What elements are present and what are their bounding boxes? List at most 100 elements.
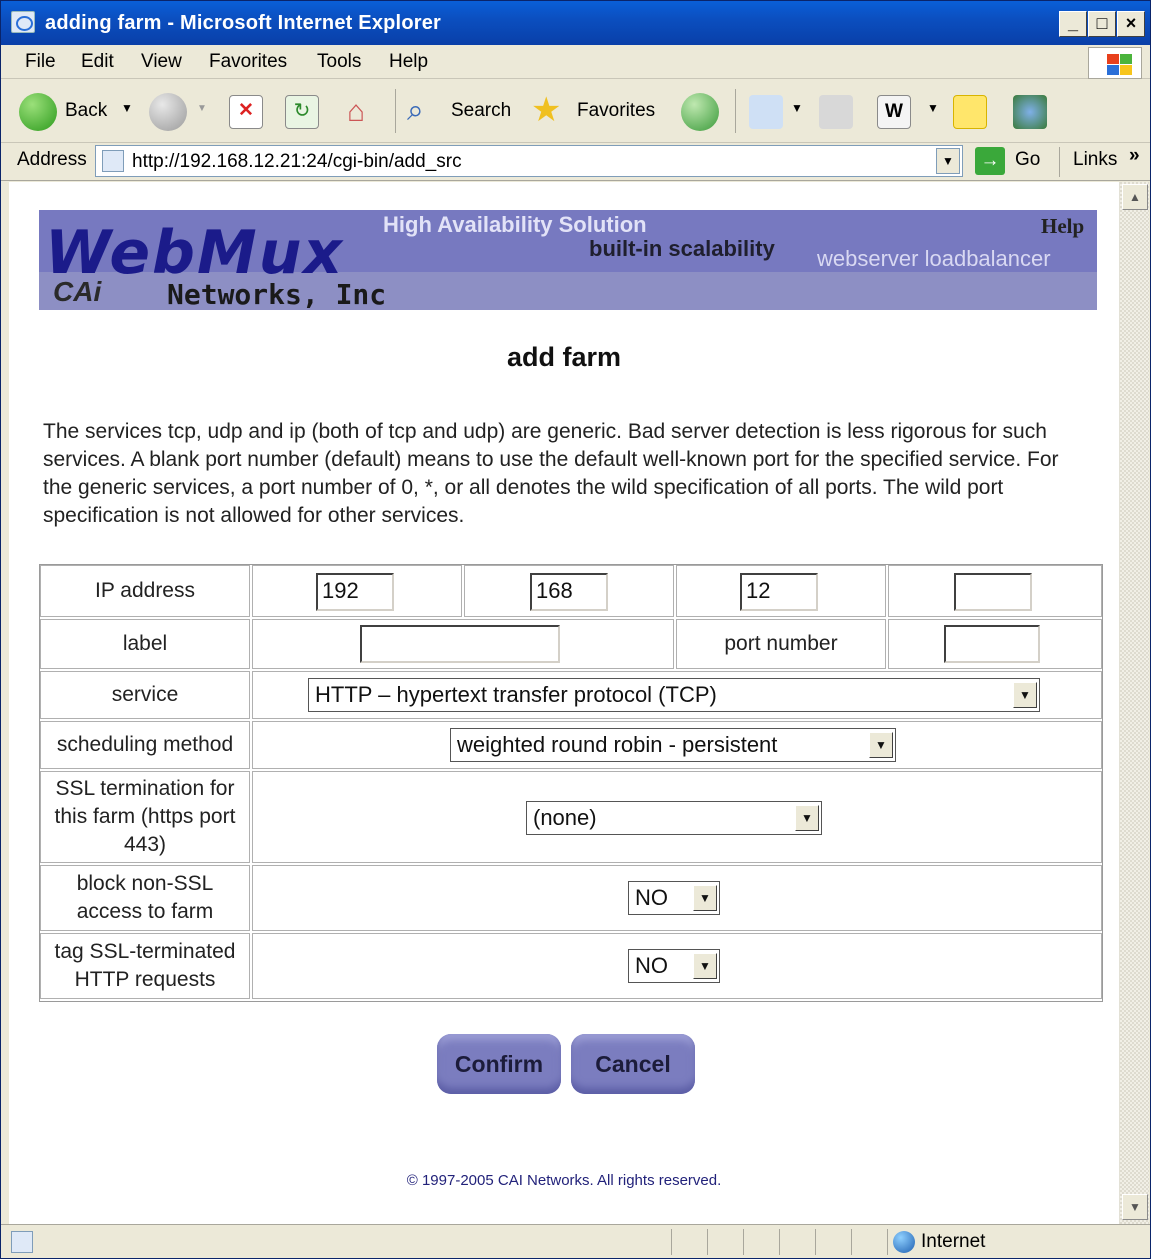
favorites-star-icon[interactable]: ★ — [531, 91, 561, 129]
forward-dropdown-icon[interactable]: ▼ — [197, 103, 207, 114]
label-input[interactable] — [360, 625, 560, 663]
status-separator — [887, 1229, 888, 1255]
print-icon[interactable] — [819, 95, 853, 129]
scroll-down-icon[interactable]: ▼ — [1122, 1194, 1148, 1220]
toolbar: Back ▼ ▼ ✕ ↻ ⌂ ⌕ Search ★ Favorites ▼ W … — [1, 79, 1150, 143]
farm-form: IP address 192 168 12 label port number … — [39, 564, 1103, 1002]
toolbar-separator — [735, 89, 736, 133]
back-dropdown-icon[interactable]: ▼ — [121, 101, 133, 115]
status-pane — [851, 1229, 887, 1255]
cancel-button[interactable]: Cancel — [571, 1034, 695, 1094]
chevron-down-icon[interactable]: ▼ — [1013, 682, 1037, 708]
chevron-down-icon[interactable]: ▼ — [693, 953, 717, 979]
go-button-label[interactable]: Go — [1015, 149, 1040, 171]
maximize-button[interactable]: □ — [1088, 11, 1116, 37]
webmux-banner: WebMux High Availability Solution built-… — [39, 210, 1097, 311]
home-icon[interactable]: ⌂ — [339, 95, 373, 129]
toolbar-separator — [395, 89, 396, 133]
status-pane — [743, 1229, 779, 1255]
tag-select-value: NO — [635, 953, 668, 978]
copyright-text: © 1997-2005 CAI Networks. All rights res… — [406, 1172, 722, 1189]
menu-file[interactable]: File — [25, 51, 56, 73]
status-pane — [707, 1229, 743, 1255]
page-title: add farm — [506, 342, 622, 372]
status-pane — [815, 1229, 851, 1255]
back-button-label[interactable]: Back — [65, 100, 107, 122]
banner-tagline-1: High Availability Solution — [383, 212, 647, 237]
browser-window: adding farm - Microsoft Internet Explore… — [0, 0, 1151, 1259]
ip-address-label: IP address — [40, 565, 250, 617]
ie-page-icon — [11, 11, 35, 33]
address-url: http://192.168.12.21:24/cgi-bin/add_src — [132, 151, 462, 172]
title-bar: adding farm - Microsoft Internet Explore… — [1, 1, 1150, 45]
menu-help[interactable]: Help — [389, 51, 428, 73]
mail-icon[interactable] — [749, 95, 783, 129]
service-select-value: HTTP – hypertext transfer protocol (TCP) — [315, 682, 717, 707]
help-link[interactable]: Help — [1041, 214, 1084, 239]
port-number-input[interactable] — [944, 625, 1040, 663]
tag-ssl-select[interactable]: NO ▼ — [628, 949, 720, 983]
window-title: adding farm - Microsoft Internet Explore… — [45, 12, 442, 34]
address-label: Address — [17, 149, 87, 170]
vertical-scrollbar[interactable]: ▲ ▼ — [1119, 182, 1149, 1224]
forward-arrow-icon[interactable] — [149, 93, 187, 131]
address-input[interactable]: http://192.168.12.21:24/cgi-bin/add_src … — [95, 145, 963, 177]
address-bar: Address http://192.168.12.21:24/cgi-bin/… — [1, 143, 1150, 181]
status-pane — [779, 1229, 815, 1255]
service-select[interactable]: HTTP – hypertext transfer protocol (TCP)… — [308, 678, 1040, 712]
stop-icon[interactable]: ✕ — [229, 95, 263, 129]
menu-favorites[interactable]: Favorites — [209, 51, 287, 73]
cai-logo: CAi — [53, 276, 102, 307]
ssl-select-value: (none) — [533, 805, 597, 830]
confirm-button[interactable]: Confirm — [437, 1034, 561, 1094]
scheduling-method-select[interactable]: weighted round robin - persistent ▼ — [450, 728, 896, 762]
service-label: service — [40, 671, 250, 719]
edit-icon[interactable]: W — [877, 95, 911, 129]
go-arrow-icon[interactable]: → — [975, 147, 1005, 175]
discuss-icon[interactable] — [953, 95, 987, 129]
mail-dropdown-icon[interactable]: ▼ — [791, 101, 803, 115]
scroll-up-icon[interactable]: ▲ — [1122, 184, 1148, 210]
menu-view[interactable]: View — [141, 51, 182, 73]
windows-logo-icon — [1088, 47, 1142, 79]
menu-tools[interactable]: Tools — [317, 51, 361, 73]
search-icon[interactable]: ⌕ — [407, 93, 443, 129]
edit-dropdown-icon[interactable]: ▼ — [927, 101, 939, 115]
company-name: Networks, Inc — [167, 278, 387, 311]
tag-ssl-label: tag SSL-terminated HTTP requests — [40, 933, 250, 999]
favorites-button-label[interactable]: Favorites — [577, 100, 655, 122]
close-button[interactable]: × — [1117, 11, 1145, 37]
ssl-termination-label: SSL termination for this farm (https por… — [40, 771, 250, 863]
label-field-label: label — [40, 619, 250, 669]
block-non-ssl-select[interactable]: NO ▼ — [628, 881, 720, 915]
block-select-value: NO — [635, 885, 668, 910]
internet-globe-icon — [893, 1231, 915, 1253]
banner-tagline-3: webserver loadbalancer — [817, 246, 1051, 271]
back-arrow-icon[interactable] — [19, 93, 57, 131]
status-pane — [671, 1229, 707, 1255]
minimize-button[interactable]: _ — [1059, 11, 1087, 37]
menu-edit[interactable]: Edit — [81, 51, 114, 73]
messenger-icon[interactable] — [1013, 95, 1047, 129]
chevron-right-icon[interactable]: » — [1129, 145, 1140, 167]
ip-octet-4-input[interactable] — [954, 573, 1032, 611]
ip-octet-3-input[interactable]: 12 — [740, 573, 818, 611]
ip-octet-2-input[interactable]: 168 — [530, 573, 608, 611]
chevron-down-icon[interactable]: ▼ — [869, 732, 893, 758]
chevron-down-icon[interactable]: ▼ — [693, 885, 717, 911]
intro-text: The services tcp, udp and ip (both of tc… — [43, 420, 1059, 527]
ip-octet-1-input[interactable]: 192 — [316, 573, 394, 611]
ssl-termination-select[interactable]: (none) ▼ — [526, 801, 822, 835]
chevron-down-icon[interactable]: ▼ — [795, 805, 819, 831]
history-icon[interactable] — [681, 93, 719, 131]
refresh-icon[interactable]: ↻ — [285, 95, 319, 129]
scheduling-method-label: scheduling method — [40, 721, 250, 769]
status-page-icon — [11, 1231, 33, 1253]
search-button-label[interactable]: Search — [451, 100, 511, 122]
status-bar: Internet — [1, 1224, 1150, 1258]
block-non-ssl-label: block non-SSL access to farm — [40, 865, 250, 931]
page-icon — [102, 150, 124, 172]
zone-label: Internet — [921, 1231, 986, 1252]
links-label[interactable]: Links — [1073, 149, 1117, 171]
address-dropdown-icon[interactable]: ▼ — [936, 148, 960, 174]
